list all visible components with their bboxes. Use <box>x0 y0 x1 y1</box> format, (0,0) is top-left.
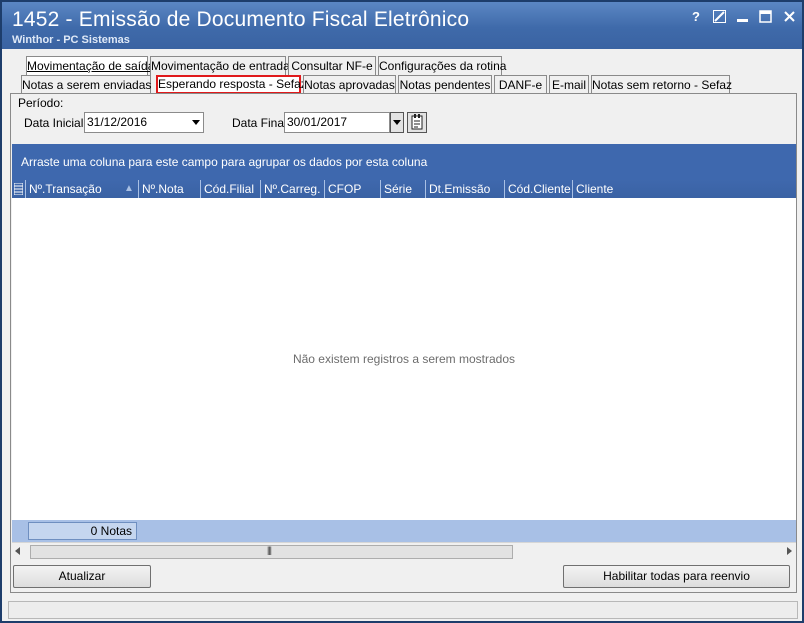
scrollbar-thumb[interactable]: ||| <box>30 545 513 559</box>
tab-danfe[interactable]: DANF-e <box>494 75 547 94</box>
grid-header: Nº.Transação ▲ Nº.Nota Cód.Filial Nº.Car… <box>12 180 796 198</box>
column-header-serie[interactable]: Série <box>381 180 426 198</box>
column-header-cfop[interactable]: CFOP <box>325 180 381 198</box>
period-group-label: Período: <box>18 96 64 110</box>
close-icon[interactable] <box>783 10 797 24</box>
sub-tab-strip: Notas a serem enviadas Esperando respost… <box>2 75 802 94</box>
title-bar: 1452 - Emissão de Documento Fiscal Eletr… <box>2 2 802 49</box>
tab-consultar-nfe[interactable]: Consultar NF-e <box>288 56 376 75</box>
tab-email[interactable]: E-mail <box>549 75 589 94</box>
end-date-value: 30/01/2017 <box>287 115 348 129</box>
tab-notas-pendentes[interactable]: Notas pendentes <box>398 75 492 94</box>
column-chooser-icon[interactable] <box>12 180 26 198</box>
group-by-area[interactable]: Arraste uma coluna para este campo para … <box>12 144 796 180</box>
calendar-button[interactable] <box>407 112 427 133</box>
sort-asc-icon: ▲ <box>124 183 134 194</box>
window-subtitle: Winthor - PC Sistemas <box>12 34 130 46</box>
calendar-icon <box>411 114 423 130</box>
end-date-label: Data Final <box>232 116 287 130</box>
scroll-left-icon[interactable] <box>15 547 20 555</box>
main-tab-strip: Movimentação de saída Movimentação de en… <box>2 56 802 76</box>
refresh-button[interactable]: Atualizar <box>13 565 151 588</box>
chevron-down-icon[interactable] <box>192 120 200 125</box>
app-window: 1452 - Emissão de Documento Fiscal Eletr… <box>0 0 804 623</box>
tab-movimentacao-saida[interactable]: Movimentação de saída <box>26 56 154 76</box>
tab-esperando-resposta[interactable]: Esperando resposta - Sefaz <box>156 75 307 94</box>
chevron-down-icon <box>393 120 401 125</box>
column-header-nr-transacao[interactable]: Nº.Transação <box>26 180 139 198</box>
tab-movimentacao-entrada[interactable]: Movimentação de entrada <box>150 56 290 75</box>
end-date-dropdown-button[interactable] <box>390 112 404 133</box>
tab-notas-sem-retorno[interactable]: Notas sem retorno - Sefaz <box>591 75 732 94</box>
grip-icon: ||| <box>267 545 272 555</box>
column-header-cliente[interactable]: Cliente <box>573 180 796 198</box>
tab-notas-aprovadas[interactable]: Notas aprovadas <box>303 75 396 94</box>
maximize-icon[interactable] <box>759 10 773 24</box>
start-date-label: Data Inicial <box>24 116 84 130</box>
end-date-field[interactable]: 30/01/2017 <box>284 112 390 133</box>
column-header-nr-nota[interactable]: Nº.Nota <box>139 180 201 198</box>
grid-body[interactable]: Não existem registros a serem mostrados <box>12 198 796 520</box>
minimize-icon[interactable] <box>736 10 750 24</box>
edit-icon[interactable] <box>713 10 727 24</box>
notes-count-summary: 0 Notas <box>28 522 137 540</box>
column-header-cod-cliente[interactable]: Cód.Cliente <box>505 180 573 198</box>
empty-message: Não existem registros a serem mostrados <box>292 352 516 366</box>
column-header-nr-carreg[interactable]: Nº.Carreg. <box>261 180 325 198</box>
help-icon[interactable]: ? <box>689 10 703 24</box>
horizontal-scrollbar[interactable]: ||| <box>12 542 796 560</box>
tab-configuracoes[interactable]: Configurações da rotina <box>378 56 506 75</box>
tab-notas-a-serem-enviadas[interactable]: Notas a serem enviadas <box>21 75 151 94</box>
enable-all-resend-button[interactable]: Habilitar todas para reenvio <box>563 565 790 588</box>
start-date-field[interactable]: 31/12/2016 <box>84 112 204 133</box>
scroll-right-icon[interactable] <box>787 547 792 555</box>
status-bar <box>8 601 798 619</box>
column-header-cod-filial[interactable]: Cód.Filial <box>201 180 261 198</box>
window-title: 1452 - Emissão de Documento Fiscal Eletr… <box>12 8 470 31</box>
start-date-value: 31/12/2016 <box>87 115 148 129</box>
column-header-dt-emissao[interactable]: Dt.Emissão <box>426 180 505 198</box>
grid-footer: 0 Notas <box>12 520 796 542</box>
